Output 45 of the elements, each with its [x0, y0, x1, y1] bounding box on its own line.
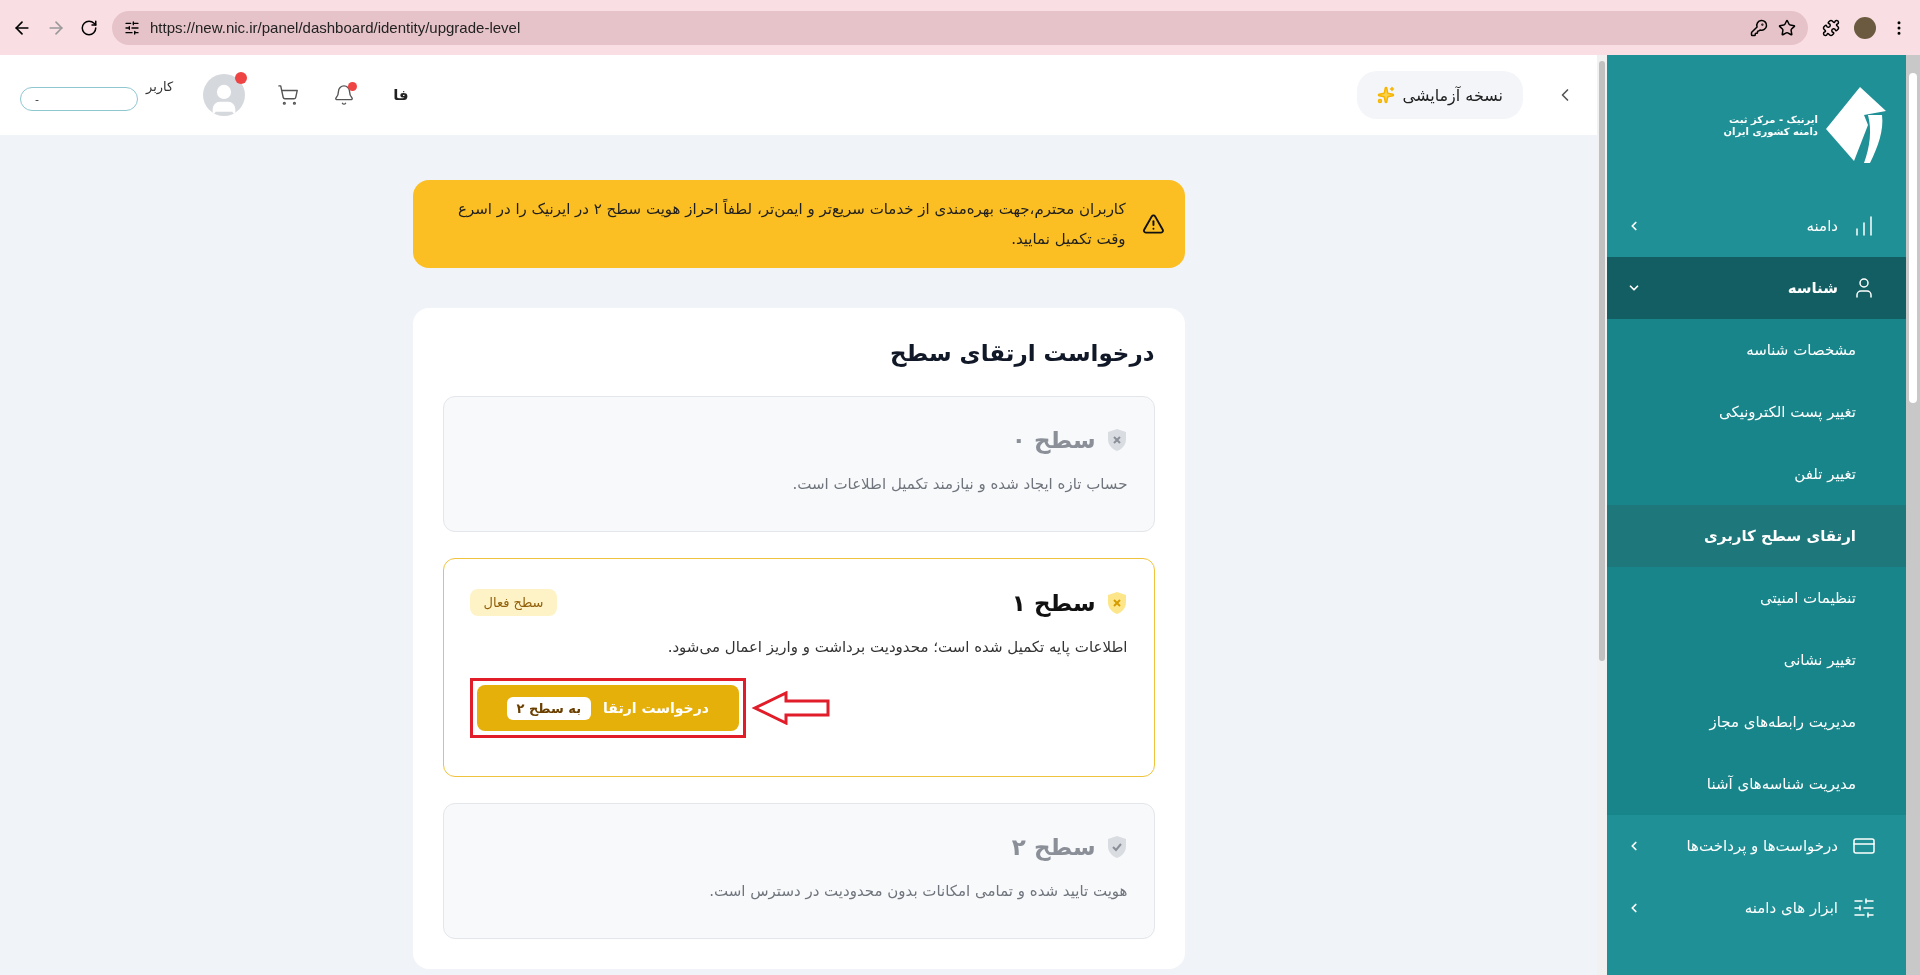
site-info-icon[interactable] [124, 19, 140, 36]
submenu-item[interactable]: مدیریت شناسه‌های آشنا [1607, 753, 1906, 815]
key-icon[interactable] [1750, 18, 1768, 37]
submenu-item[interactable]: تغییر تلفن [1607, 443, 1906, 505]
language-button[interactable]: فا [387, 85, 415, 105]
level-title: سطح ۲ [1011, 834, 1096, 860]
sidebar-item[interactable]: دامنه [1607, 195, 1906, 257]
level-description: هویت تایید شده و تمامی امکانات بدون محدودیت در دسترس است. [708, 882, 1128, 900]
warning-text: کاربران محترم،جهت بهره‌مندی از خدمات سریع‌تر و ایمن‌تر، لطفاً احراز هویت سطح ۲ در ایرنیک را در اسرع وقت تکمیل نمایید. [456, 198, 1126, 250]
target-level-tag: به سطح ۲ [506, 696, 592, 720]
shield-cross-icon [1105, 590, 1128, 615]
logo-text: دامنه کشوری ایران [1723, 125, 1818, 137]
submenu-item[interactable]: مشخصات شناسه [1607, 319, 1906, 381]
sidebar-item[interactable]: درخواست‌ها و پرداخت‌ها [1607, 815, 1906, 877]
scrollbar-thumb[interactable] [1909, 73, 1917, 403]
submenu-item[interactable]: تنظیمات امنیتی [1607, 567, 1906, 629]
logo-text: ایرنیک - مرکز ثبت [1728, 113, 1818, 125]
sidebar-item[interactable]: شناسه [1607, 257, 1906, 319]
star-icon[interactable] [1778, 18, 1796, 37]
shield-cross-icon [1105, 428, 1128, 452]
submenu-item[interactable]: تغییر پست الکترونیکی [1607, 381, 1906, 443]
url-text: https://new.nic.ir/panel/dashboard/identity/upgrade-level [150, 19, 522, 36]
level-title: سطح ۰ [1011, 427, 1096, 453]
sparkles-icon [1376, 86, 1395, 104]
submenu-item[interactable]: مدیریت رابطه‌های مجاز [1607, 691, 1906, 753]
trial-button[interactable]: نسخه آزمایشی [1356, 71, 1523, 119]
reload-icon[interactable] [80, 18, 98, 37]
sidebar-item[interactable]: ابزار های دامنه [1607, 877, 1906, 939]
level-description: حساب تازه ایجاد شده و نیازمند تکمیل اطلاعات است. [791, 475, 1128, 493]
level-title: سطح ۱ [1011, 589, 1096, 616]
shield-check-icon [1105, 835, 1128, 859]
submenu-item[interactable]: تغییر نشانی [1607, 629, 1906, 691]
profile-avatar[interactable] [1854, 16, 1876, 39]
scrollbar-thumb[interactable] [1599, 61, 1605, 661]
extensions-icon[interactable] [1822, 18, 1840, 37]
avatar-button[interactable] [203, 74, 246, 116]
warning-icon [1141, 211, 1165, 237]
level-description: اطلاعات پایه تکمیل شده است؛ محدودیت برداشت و واریز اعمال می‌شود. [666, 638, 1128, 656]
card-title: درخواست ارتقای سطح [888, 340, 1155, 366]
sliders-icon [1852, 896, 1876, 920]
status-badge: سطح فعال [469, 589, 558, 616]
submenu-item[interactable]: ارتقای سطح کاربری [1607, 505, 1906, 567]
user-name: کاربر [146, 79, 174, 94]
address-bar[interactable]: https://new.nic.ir/panel/dashboard/identity/upgrade-level [112, 10, 1808, 45]
upgrade-button[interactable]: درخواست ارتقا به سطح ۲ [476, 685, 739, 731]
